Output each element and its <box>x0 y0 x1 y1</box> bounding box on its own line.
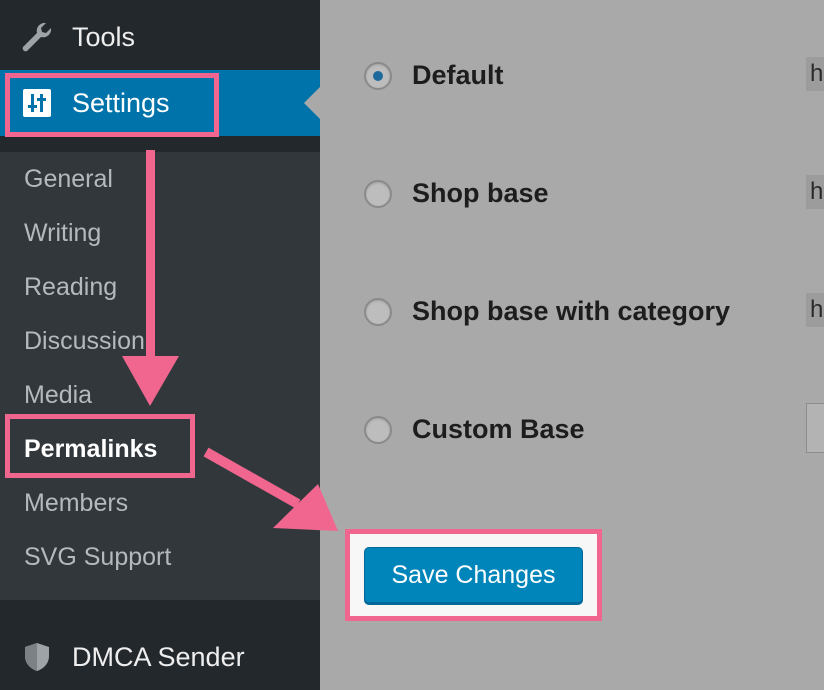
arrow-down <box>122 150 179 406</box>
page: Tools Settings General Writing Reading D… <box>0 0 824 690</box>
arrow-diagonal <box>203 447 338 531</box>
annotation-arrows <box>122 150 338 531</box>
